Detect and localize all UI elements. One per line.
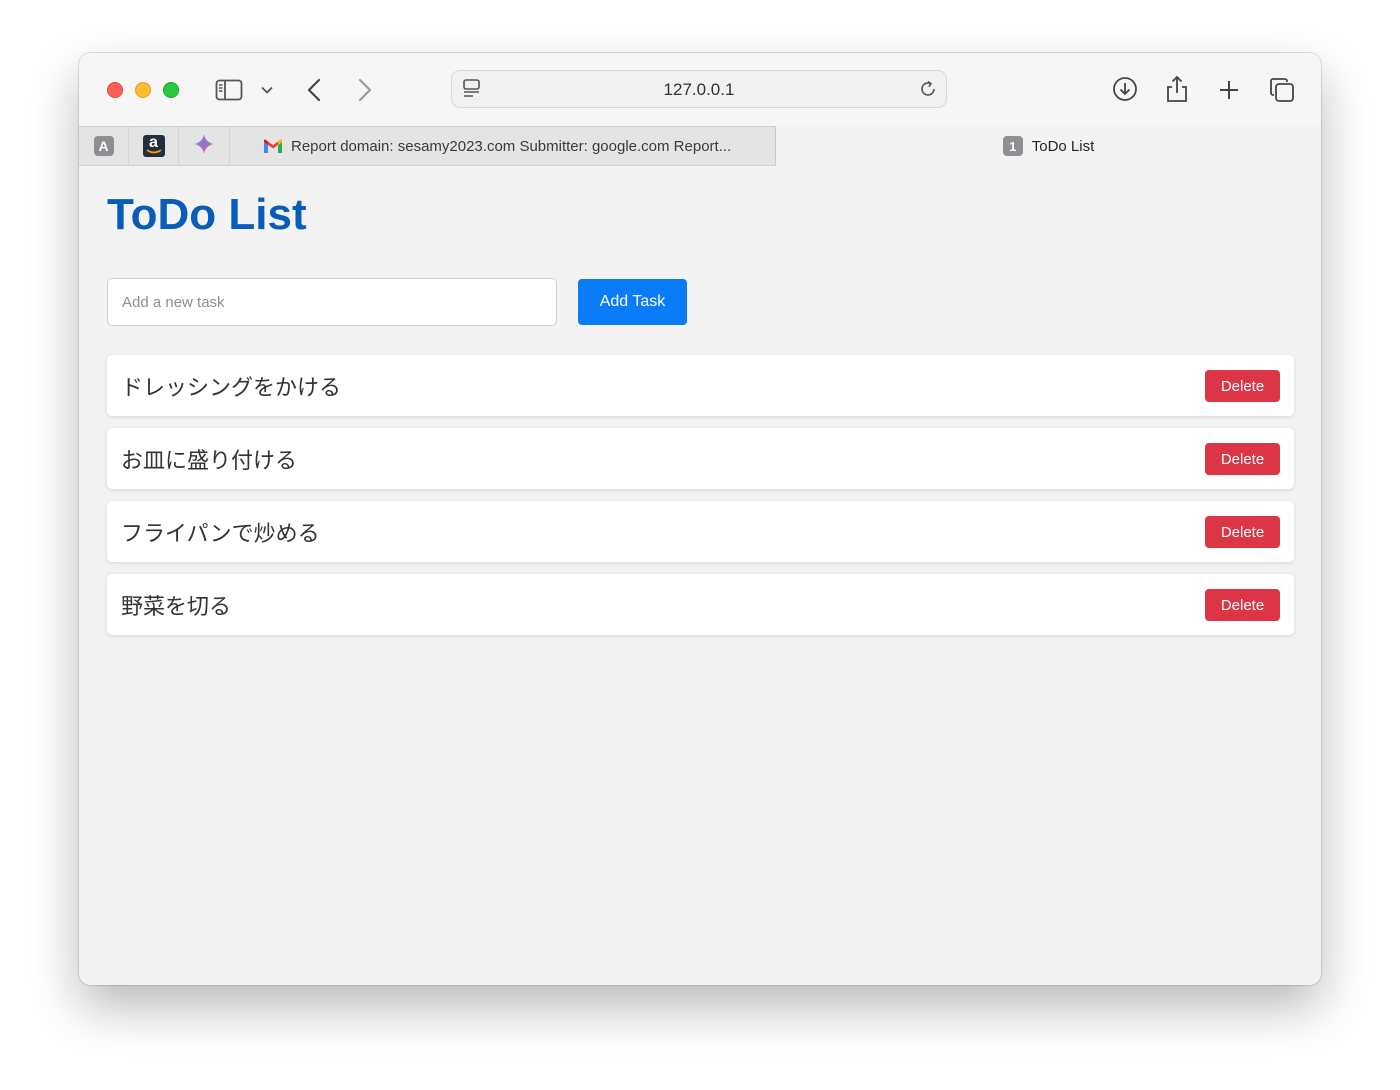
tab-gmail-report[interactable]: Report domain: sesamy2023.com Submitter:… <box>230 127 776 165</box>
url-text[interactable]: 127.0.0.1 <box>452 80 946 100</box>
delete-task-button[interactable]: Delete <box>1205 589 1280 621</box>
task-text: お皿に盛り付ける <box>121 449 298 474</box>
task-item: フライパンで炒める Delete <box>107 501 1294 562</box>
pinned-tab-gemini[interactable] <box>179 127 230 165</box>
downloads-icon[interactable] <box>1111 75 1139 103</box>
share-icon[interactable] <box>1164 73 1190 105</box>
tab-title: ToDo List <box>1031 137 1095 155</box>
delete-task-button[interactable]: Delete <box>1205 443 1280 475</box>
task-item: お皿に盛り付ける Delete <box>107 428 1294 489</box>
sparkle-icon <box>194 133 214 159</box>
address-bar[interactable]: 127.0.0.1 <box>451 70 947 108</box>
task-text: ドレッシングをかける <box>121 376 342 401</box>
tab-overview-icon[interactable] <box>1268 76 1296 104</box>
sidebar-toggle-icon[interactable] <box>214 77 244 103</box>
close-window-button[interactable] <box>107 82 123 98</box>
browser-toolbar: 127.0.0.1 <box>79 53 1321 126</box>
pinned-tab-a[interactable]: A <box>79 127 129 165</box>
delete-task-button[interactable]: Delete <box>1205 370 1280 402</box>
reload-icon[interactable] <box>918 79 938 99</box>
add-task-button[interactable]: Add Task <box>578 279 687 325</box>
back-icon[interactable] <box>303 76 325 104</box>
page-title: ToDo List <box>107 190 307 239</box>
tab-bar: A a Report domain: sesamy2023.com Submit… <box>79 126 1321 166</box>
pinned-tab-amazon[interactable]: a <box>129 127 179 165</box>
new-task-input[interactable] <box>107 278 557 326</box>
amazon-icon: a <box>142 135 165 157</box>
new-tab-icon[interactable] <box>1216 77 1242 103</box>
task-text: フライパンで炒める <box>121 522 320 547</box>
page-content: ToDo List Add Task ドレッシングをかける Delete お皿に… <box>79 166 1321 985</box>
tab-todo-list[interactable]: 1 ToDo List <box>776 126 1321 166</box>
minimize-window-button[interactable] <box>135 82 151 98</box>
tab-title: Report domain: sesamy2023.com Submitter:… <box>291 137 732 155</box>
tab-badge: 1 <box>1002 136 1023 156</box>
a-letter-icon: A <box>93 136 114 156</box>
task-list: ドレッシングをかける Delete お皿に盛り付ける Delete フライパンで… <box>107 355 1294 647</box>
task-item: 野菜を切る Delete <box>107 574 1294 635</box>
gmail-icon <box>263 139 283 154</box>
delete-task-button[interactable]: Delete <box>1205 516 1280 548</box>
browser-window: 127.0.0.1 A a Report domain: sesamy2023.… <box>79 53 1321 985</box>
chevron-down-icon[interactable] <box>259 81 275 99</box>
zoom-window-button[interactable] <box>163 82 179 98</box>
task-text: 野菜を切る <box>121 595 232 620</box>
task-item: ドレッシングをかける Delete <box>107 355 1294 416</box>
forward-icon[interactable] <box>354 76 376 104</box>
